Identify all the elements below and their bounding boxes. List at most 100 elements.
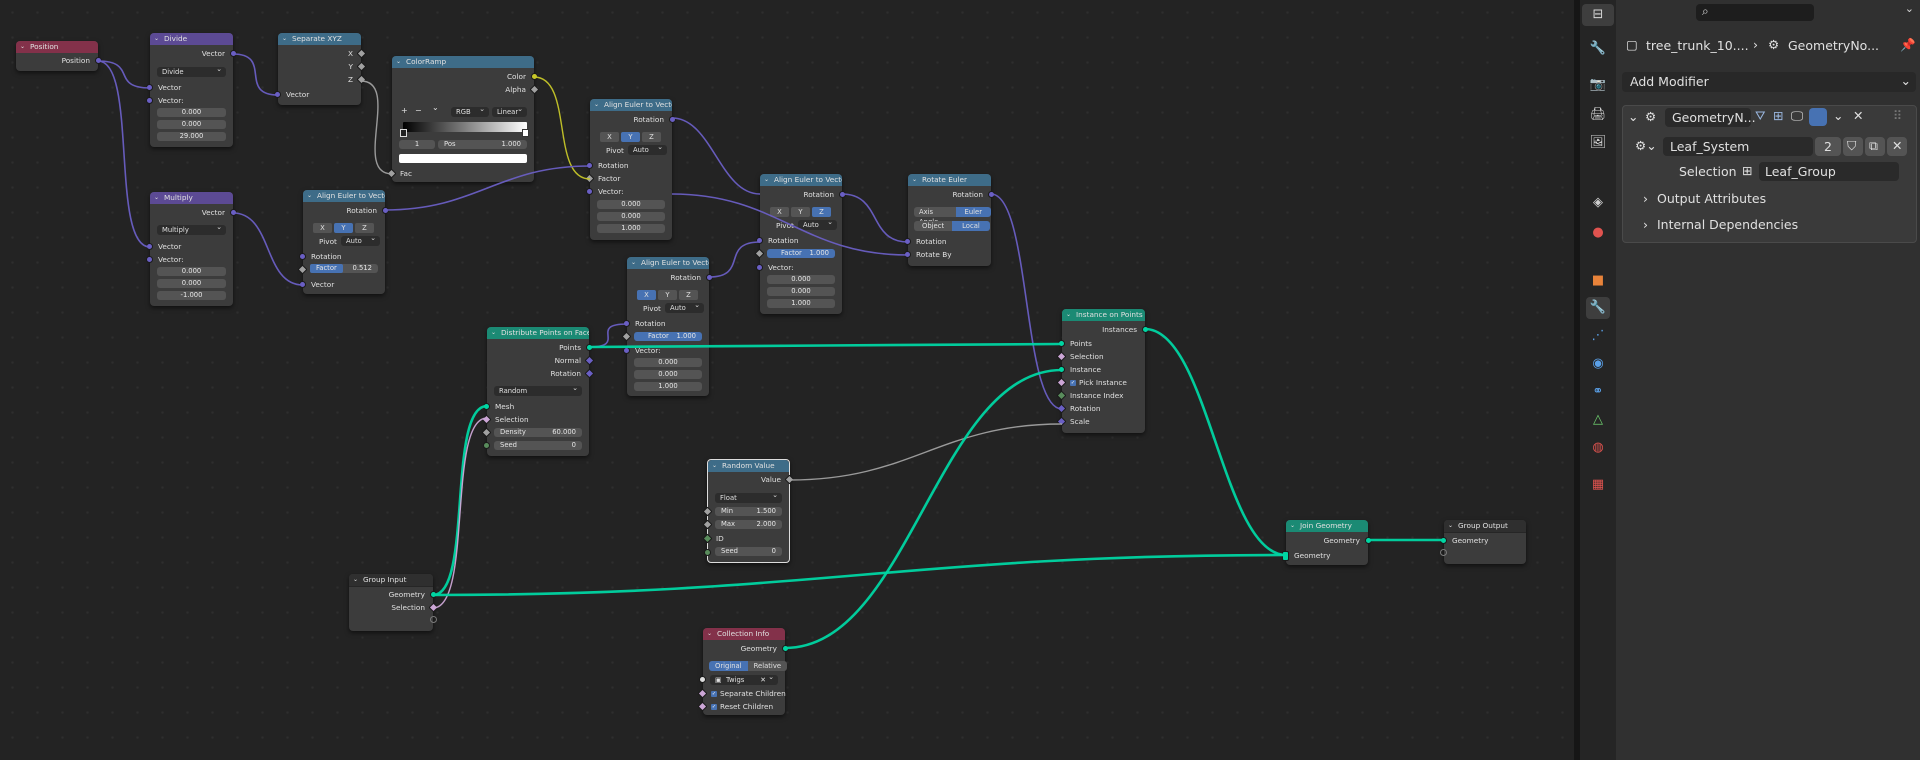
unlink-button[interactable]: ✕ [1887,137,1907,156]
socket-vector-in[interactable] [274,91,281,98]
socket-selection-in[interactable] [1056,351,1067,362]
value-field[interactable]: 1.000 [597,224,665,233]
socket-instances-out[interactable] [1142,326,1149,333]
original-option[interactable]: Original [709,661,748,671]
socket-rotation-out[interactable] [382,207,389,214]
seed-field[interactable]: Seed 0 [715,547,782,556]
node-join-geometry[interactable]: ⌄ Join Geometry Geometry Geometry [1282,520,1372,565]
pick-instance-checkbox[interactable]: ✓ [1070,380,1076,386]
socket-max-in[interactable] [702,519,713,530]
transform-space-toggle[interactable]: Original Relative [709,661,788,671]
socket-rotation-in[interactable] [1056,403,1067,414]
expand-chevron-icon[interactable]: › [1643,191,1648,206]
on-cage-icon[interactable]: ⊞ [1773,108,1783,123]
socket-id-in[interactable] [702,533,713,544]
socket-vector-in[interactable] [146,243,153,250]
socket-selection-in[interactable] [481,414,492,425]
socket-factor-in[interactable] [584,173,595,184]
collection-field[interactable]: ▣ Twigs ✕ [710,672,778,685]
tab-constraints[interactable]: ⚭ [1586,381,1610,403]
relative-option[interactable]: Relative [747,661,788,671]
tab-render[interactable]: 📷 [1586,74,1610,96]
duplicate-button[interactable]: ⧉ [1865,137,1885,156]
collapse-chevron-icon[interactable]: ⌄ [1628,109,1638,124]
axis-x[interactable]: X [600,132,619,142]
tab-texture[interactable]: ▦ [1586,474,1610,496]
socket-geometry-out[interactable] [430,591,437,598]
color-mode-dropdown[interactable]: RGB [451,104,489,117]
socket-x-out[interactable] [356,48,367,59]
socket-rotation-out[interactable] [706,274,713,281]
viewport-icon[interactable]: 🖵 [1791,108,1803,124]
socket-rotation-in[interactable] [586,162,593,169]
min-field[interactable]: Min 1.500 [715,507,782,516]
tab-scene[interactable]: ◈ [1586,192,1610,214]
node-group-output[interactable]: ⌄ Group Output Geometry [1440,520,1526,564]
socket-rotation-in[interactable] [299,253,306,260]
socket-reset-children-in[interactable] [697,701,708,712]
node-random-value[interactable]: ⌄Random Value Value Float Min1.500 Max2.… [702,459,795,563]
edit-mode-icon[interactable]: ⛛ [1755,108,1766,124]
socket-geometry-in[interactable] [1440,537,1447,544]
socket-factor-in[interactable] [621,331,632,342]
tab-data[interactable]: △ [1586,409,1610,431]
socket-rotate-by-in[interactable] [904,251,911,258]
axis-angle-option[interactable]: Axis Angle [914,207,956,226]
node-align-euler-3[interactable]: ⌄ Align Euler to Vector Rotation XYZ Pivo… [754,174,846,314]
node-collection-info[interactable]: ⌄ Collection Info Geometry Original Relati… [697,628,789,715]
axis-x[interactable]: X [313,223,332,233]
axis-z[interactable]: Z [679,290,698,300]
node-align-euler-1[interactable]: ⌄ Align Euler to Vector Rotation XYZ Pivo… [297,190,389,294]
socket-vector-in[interactable] [299,281,306,288]
value-field[interactable]: 29.000 [157,132,226,141]
pivot-dropdown[interactable]: Auto [665,300,704,313]
tab-output[interactable]: 🖨 [1586,104,1610,126]
socket-density-in[interactable] [481,427,492,438]
socket-pick-instance-in[interactable] [1056,377,1067,388]
node-separate-xyz[interactable]: ⌄ Separate XYZ X Y Z Vector [274,33,367,105]
add-stop-button[interactable]: + [401,106,408,115]
search-field[interactable]: ⌕ [1696,4,1814,21]
tab-material[interactable]: ◍ [1586,437,1610,459]
axis-y[interactable]: Y [791,207,810,217]
selection-field[interactable]: Leaf_Group [1759,162,1899,181]
socket-value-out[interactable] [784,474,795,485]
pivot-dropdown[interactable]: Auto [628,142,667,155]
socket-alpha-out[interactable] [529,84,540,95]
socket-seed-in[interactable] [704,549,711,556]
socket-collection-in[interactable] [699,676,706,683]
value-field[interactable]: 0.000 [157,120,226,129]
value-field[interactable]: 1.000 [634,382,702,391]
object-option[interactable]: Object [914,221,953,231]
value-field[interactable]: 0.000 [634,370,702,379]
socket-position-out[interactable] [95,57,102,64]
socket-vector-in[interactable] [586,188,593,195]
node-position[interactable]: ⌄ Position Position [16,41,102,71]
node-align-euler-2[interactable]: ⌄ Align Euler to Vector Rotation XYZ Pivo… [584,99,676,240]
breadcrumb-object[interactable]: tree_trunk_10.... [1646,38,1749,53]
socket-separate-children-in[interactable] [697,688,708,699]
axis-selector[interactable]: XYZ [600,132,661,142]
local-option[interactable]: Local [952,221,990,231]
value-field[interactable]: 1.000 [767,299,835,308]
axis-x[interactable]: X [770,207,789,217]
axis-selector[interactable]: XYZ [637,290,698,300]
axis-x[interactable]: X [637,290,656,300]
ramp-stop-black[interactable] [400,129,407,137]
node-divide[interactable]: ⌄Divide Vector Divide Vector Vector: 0.0… [146,33,237,147]
seed-field[interactable]: Seed 0 [494,441,582,450]
axis-z[interactable]: Z [812,207,831,217]
stop-color-swatch[interactable] [399,154,527,163]
value-field[interactable]: 0.000 [767,287,835,296]
socket-color-out[interactable] [531,73,538,80]
socket-vector-in[interactable] [146,84,153,91]
tab-object[interactable]: ■ [1586,270,1610,292]
pivot-dropdown[interactable]: Auto [798,217,837,230]
socket-normal-out[interactable] [584,355,595,366]
node-tree-icon[interactable]: ⚙⌄ [1635,138,1657,153]
tab-world[interactable]: ● [1586,222,1610,244]
socket-vector-out[interactable] [230,209,237,216]
axis-y[interactable]: Y [334,223,353,233]
socket-rotation-out[interactable] [669,116,676,123]
socket-scale-in[interactable] [1056,416,1067,427]
